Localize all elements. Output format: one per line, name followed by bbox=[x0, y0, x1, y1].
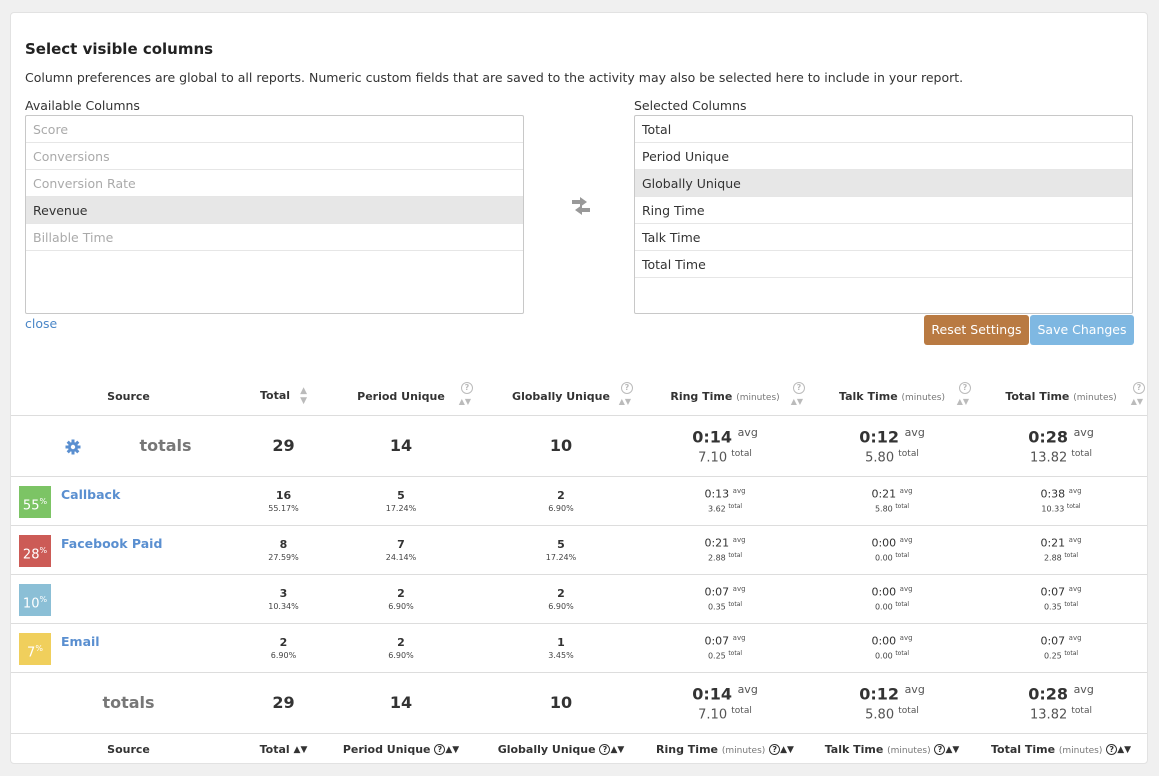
available-columns-label: Available Columns bbox=[25, 98, 140, 113]
available-option[interactable]: Conversion Rate bbox=[26, 170, 523, 197]
source-link[interactable]: Facebook Paid bbox=[61, 536, 162, 551]
table-row: 7% Email 2 6.90% 2 6.90% 1 3.45% 0:07 avg 0.2… bbox=[11, 623, 1147, 673]
sort-icon: ▲▼ bbox=[1117, 744, 1132, 755]
selected-option[interactable]: Total bbox=[635, 116, 1132, 143]
help-icon: ? bbox=[599, 744, 611, 756]
table-row: 28% Facebook Paid 8 27.59% 7 24.14% 5 17.24%… bbox=[11, 525, 1147, 575]
totals-row-bottom: totals 29 14 10 0:14 avg 7.10 total 0:12 … bbox=[11, 672, 1147, 734]
help-icon: ? bbox=[1106, 744, 1118, 756]
footer-talk-time[interactable]: Talk Time (minutes) ? ▲▼ bbox=[809, 733, 975, 765]
sort-icon[interactable]: ▲▼ bbox=[791, 397, 803, 406]
totals-globally-unique: 10 bbox=[549, 436, 573, 455]
help-icon[interactable]: ? bbox=[621, 382, 633, 394]
footer-total-time[interactable]: Total Time (minutes) ? ▲▼ bbox=[975, 733, 1147, 765]
panel-title: Select visible columns bbox=[25, 40, 214, 58]
table-row: 10% 3 10.34% 2 6.90% 2 6.90% 0:07 avg 0.35 t… bbox=[11, 574, 1147, 624]
totals-period-unique: 14 bbox=[389, 436, 413, 455]
help-icon: ? bbox=[434, 744, 446, 756]
totals-total: 29 bbox=[272, 436, 295, 455]
sort-icon[interactable]: ▲▼ bbox=[459, 397, 471, 406]
available-option[interactable]: Revenue bbox=[26, 197, 523, 224]
percent-badge: 28% bbox=[19, 534, 51, 567]
panel-description: Column preferences are global to all rep… bbox=[25, 70, 964, 85]
selected-option[interactable]: Period Unique bbox=[635, 143, 1132, 170]
footer-ring-time[interactable]: Ring Time (minutes) ? ▲▼ bbox=[641, 733, 809, 765]
available-columns-list[interactable]: Score Conversions Conversion Rate Revenu… bbox=[25, 115, 524, 314]
reset-settings-button[interactable]: Reset Settings bbox=[924, 315, 1029, 345]
help-icon[interactable]: ? bbox=[461, 382, 473, 394]
sort-icon: ▲▼ bbox=[780, 744, 794, 755]
column-settings-card: Select visible columns Column preference… bbox=[10, 12, 1148, 764]
totals-label: totals bbox=[102, 693, 155, 712]
help-icon[interactable]: ? bbox=[793, 382, 805, 394]
sort-icon: ▲▼ bbox=[445, 744, 460, 755]
totals-talk-time: 0:12 avg 5.80 total bbox=[809, 415, 975, 477]
source-link[interactable]: Email bbox=[61, 634, 100, 649]
totals-label: totals bbox=[139, 436, 192, 455]
header-source[interactable]: Source bbox=[11, 378, 246, 416]
selected-columns-list[interactable]: Total Period Unique Globally Unique Ring… bbox=[634, 115, 1133, 314]
footer-source[interactable]: Source bbox=[11, 733, 246, 765]
percent-badge: 7% bbox=[19, 632, 51, 665]
available-option[interactable]: Billable Time bbox=[26, 224, 523, 251]
footer-total[interactable]: Total ▲▼ bbox=[246, 733, 321, 765]
sort-icon: ▲▼ bbox=[293, 744, 308, 755]
gear-icon[interactable] bbox=[65, 439, 81, 455]
footer-period-unique[interactable]: Period Unique ? ▲▼ bbox=[321, 733, 481, 765]
help-icon: ? bbox=[769, 744, 781, 756]
close-link[interactable]: close bbox=[25, 316, 57, 331]
source-link[interactable]: Callback bbox=[61, 487, 120, 502]
help-icon[interactable]: ? bbox=[1133, 382, 1145, 394]
sort-icon[interactable]: ▲▼ bbox=[300, 386, 307, 406]
selected-option[interactable]: Globally Unique bbox=[635, 170, 1132, 197]
header-row: Source Total ▲ ▼ Period Unique? ▲▼ Globally… bbox=[11, 378, 1147, 416]
footer-globally-unique[interactable]: Globally Unique ? ▲▼ bbox=[481, 733, 641, 765]
sort-icon[interactable]: ▲▼ bbox=[957, 397, 969, 406]
header-ring-time[interactable]: Ring Time (minutes)? ▲▼ bbox=[641, 378, 809, 416]
help-icon: ? bbox=[934, 744, 946, 756]
selected-columns-label: Selected Columns bbox=[634, 98, 747, 113]
sort-icon[interactable]: ▲▼ bbox=[1131, 397, 1143, 406]
totals-row-top: totals 29 14 10 0:14 avg 7.10 total 0:12 … bbox=[11, 415, 1147, 477]
available-option[interactable]: Score bbox=[26, 116, 523, 143]
footer-header-row: Source Total ▲▼ Period Unique ? ▲▼ Global… bbox=[11, 733, 1147, 765]
header-period-unique[interactable]: Period Unique? ▲▼ bbox=[321, 378, 481, 416]
report-table: Source Total ▲ ▼ Period Unique? ▲▼ Globally… bbox=[11, 378, 1147, 765]
totals-label-cell: totals bbox=[11, 415, 246, 477]
sort-icon: ▲▼ bbox=[945, 744, 960, 755]
percent-badge: 10% bbox=[19, 583, 51, 616]
header-total-time[interactable]: Total Time (minutes)? ▲▼ bbox=[975, 378, 1147, 416]
sort-icon[interactable]: ▲▼ bbox=[619, 397, 631, 406]
header-talk-time[interactable]: Talk Time (minutes)? ▲▼ bbox=[809, 378, 975, 416]
selected-option[interactable]: Talk Time bbox=[635, 224, 1132, 251]
percent-badge: 55% bbox=[19, 485, 51, 518]
selected-option[interactable]: Ring Time bbox=[635, 197, 1132, 224]
table-row: 55% Callback 16 55.17% 5 17.24% 2 6.90% 0:13… bbox=[11, 476, 1147, 526]
header-globally-unique[interactable]: Globally Unique? ▲▼ bbox=[481, 378, 641, 416]
available-option[interactable]: Conversions bbox=[26, 143, 523, 170]
header-total[interactable]: Total ▲ ▼ bbox=[246, 378, 321, 416]
totals-total-time: 0:28 avg 13.82 total bbox=[975, 415, 1147, 477]
swap-arrows-icon[interactable] bbox=[568, 196, 594, 216]
save-changes-button[interactable]: Save Changes bbox=[1030, 315, 1134, 345]
selected-option[interactable]: Total Time bbox=[635, 251, 1132, 278]
sort-icon: ▲▼ bbox=[610, 744, 625, 755]
totals-ring-time: 0:14 avg 7.10 total bbox=[641, 415, 809, 477]
help-icon[interactable]: ? bbox=[959, 382, 971, 394]
